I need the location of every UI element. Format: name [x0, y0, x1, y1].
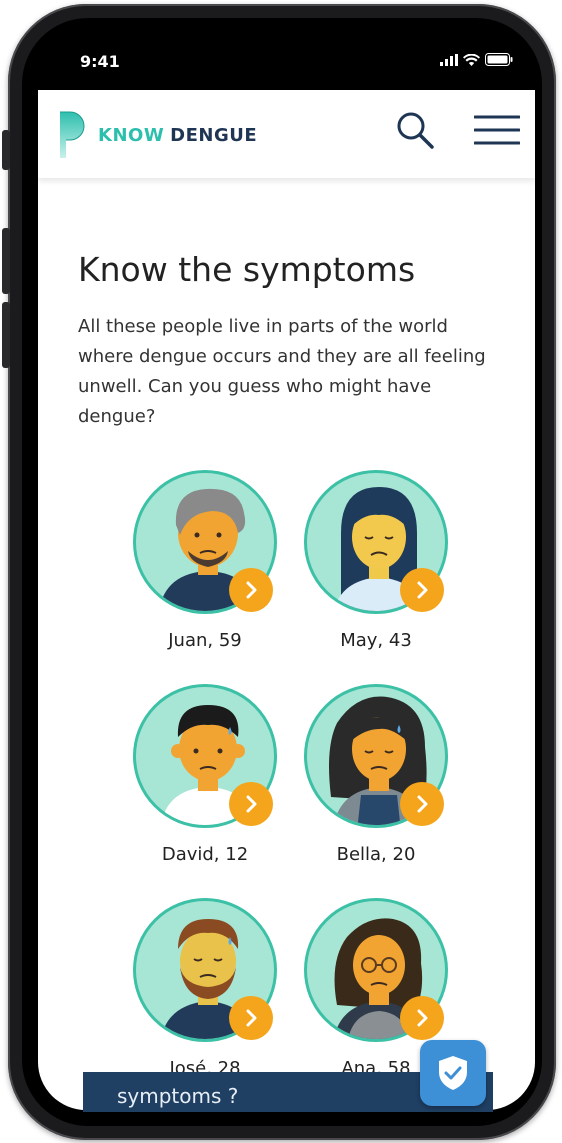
person-card-jose[interactable]: José, 28 [120, 898, 290, 1079]
chevron-right-icon [417, 795, 428, 813]
person-name: May, 43 [340, 630, 412, 651]
person-card-may[interactable]: May, 43 [291, 470, 461, 651]
page-title: Know the symptoms [78, 250, 416, 289]
phone-screen: 9:41 KNOW DENGUE Know the symptoms All t… [38, 38, 535, 1110]
logo-mark-icon [60, 111, 85, 158]
person-card-juan[interactable]: Juan, 59 [120, 470, 290, 651]
open-david-button[interactable] [229, 782, 273, 826]
banner-text: symptoms ? [117, 1084, 239, 1108]
battery-icon [485, 53, 513, 66]
volume-down-button [2, 302, 10, 368]
privacy-shield-button[interactable] [420, 1040, 486, 1106]
open-jose-button[interactable] [229, 996, 273, 1040]
person-name: Bella, 20 [336, 844, 416, 865]
status-icons [440, 53, 513, 66]
person-card-david[interactable]: David, 12 [120, 684, 290, 865]
search-button[interactable] [393, 110, 437, 150]
open-may-button[interactable] [400, 568, 444, 612]
status-time: 9:41 [80, 52, 120, 71]
chevron-right-icon [417, 1009, 428, 1027]
site-header: KNOW DENGUE [38, 90, 535, 178]
open-juan-button[interactable] [229, 568, 273, 612]
shield-check-icon [439, 1056, 467, 1090]
site-logo[interactable]: KNOW DENGUE [56, 110, 257, 160]
page-content: KNOW DENGUE Know the symptoms All these p… [38, 90, 535, 1110]
chevron-right-icon [246, 795, 257, 813]
page-description: All these people live in parts of the wo… [78, 316, 486, 427]
search-icon [397, 112, 434, 149]
chevron-right-icon [417, 581, 428, 599]
person-name: David, 12 [161, 844, 249, 865]
person-card-bella[interactable]: Bella, 20 [291, 684, 461, 865]
logo-word-dengue: DENGUE [170, 124, 258, 146]
signal-icon [440, 53, 458, 66]
person-name: Juan, 59 [168, 630, 242, 651]
wifi-icon [463, 53, 480, 66]
volume-up-button [2, 228, 10, 294]
chevron-right-icon [246, 1009, 257, 1027]
hamburger-icon [474, 115, 520, 145]
open-bella-button[interactable] [400, 782, 444, 826]
menu-button[interactable] [472, 110, 522, 150]
status-bar: 9:41 [38, 38, 535, 90]
open-ana-button[interactable] [400, 996, 444, 1040]
mute-switch [2, 130, 10, 170]
chevron-right-icon [246, 581, 257, 599]
logo-word-know: KNOW [98, 124, 165, 146]
